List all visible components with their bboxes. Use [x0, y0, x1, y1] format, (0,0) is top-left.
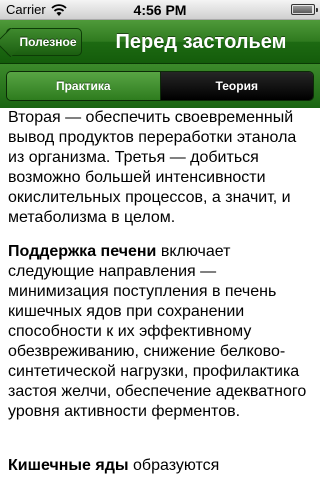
intestinal-toxins-heading: Кишечные яды [8, 457, 129, 474]
liver-support-text: включает следующие направления — минимиз… [8, 243, 307, 420]
status-time: 4:56 PM [133, 2, 187, 18]
segment-practice[interactable]: Практика [7, 72, 161, 100]
back-button-label: Полезное [19, 35, 77, 49]
battery-icon [291, 4, 318, 15]
intestinal-toxins-text: образуются [128, 457, 220, 474]
paragraph-liver-support: Поддержка печени включает следующие напр… [0, 242, 320, 422]
content-scroll-area[interactable]: Вторая — обеспечить своевременный вывод … [0, 108, 320, 480]
liver-support-heading: Поддержка печени [8, 243, 157, 260]
segment-toolbar: Практика Теория [0, 64, 320, 108]
segmented-control: Практика Теория [6, 71, 314, 101]
paragraph-intestinal-toxins: Кишечные яды образуются [0, 456, 320, 476]
navigation-bar: Полезное Перед застольем [0, 20, 320, 64]
paragraph-intro: Вторая — обеспечить своевременный вывод … [8, 109, 297, 226]
page-title: Перед застольем [115, 31, 287, 53]
segment-theory[interactable]: Теория [160, 72, 313, 100]
back-button[interactable]: Полезное [0, 27, 82, 58]
status-bar: Carrier 4:56 PM [0, 0, 320, 20]
